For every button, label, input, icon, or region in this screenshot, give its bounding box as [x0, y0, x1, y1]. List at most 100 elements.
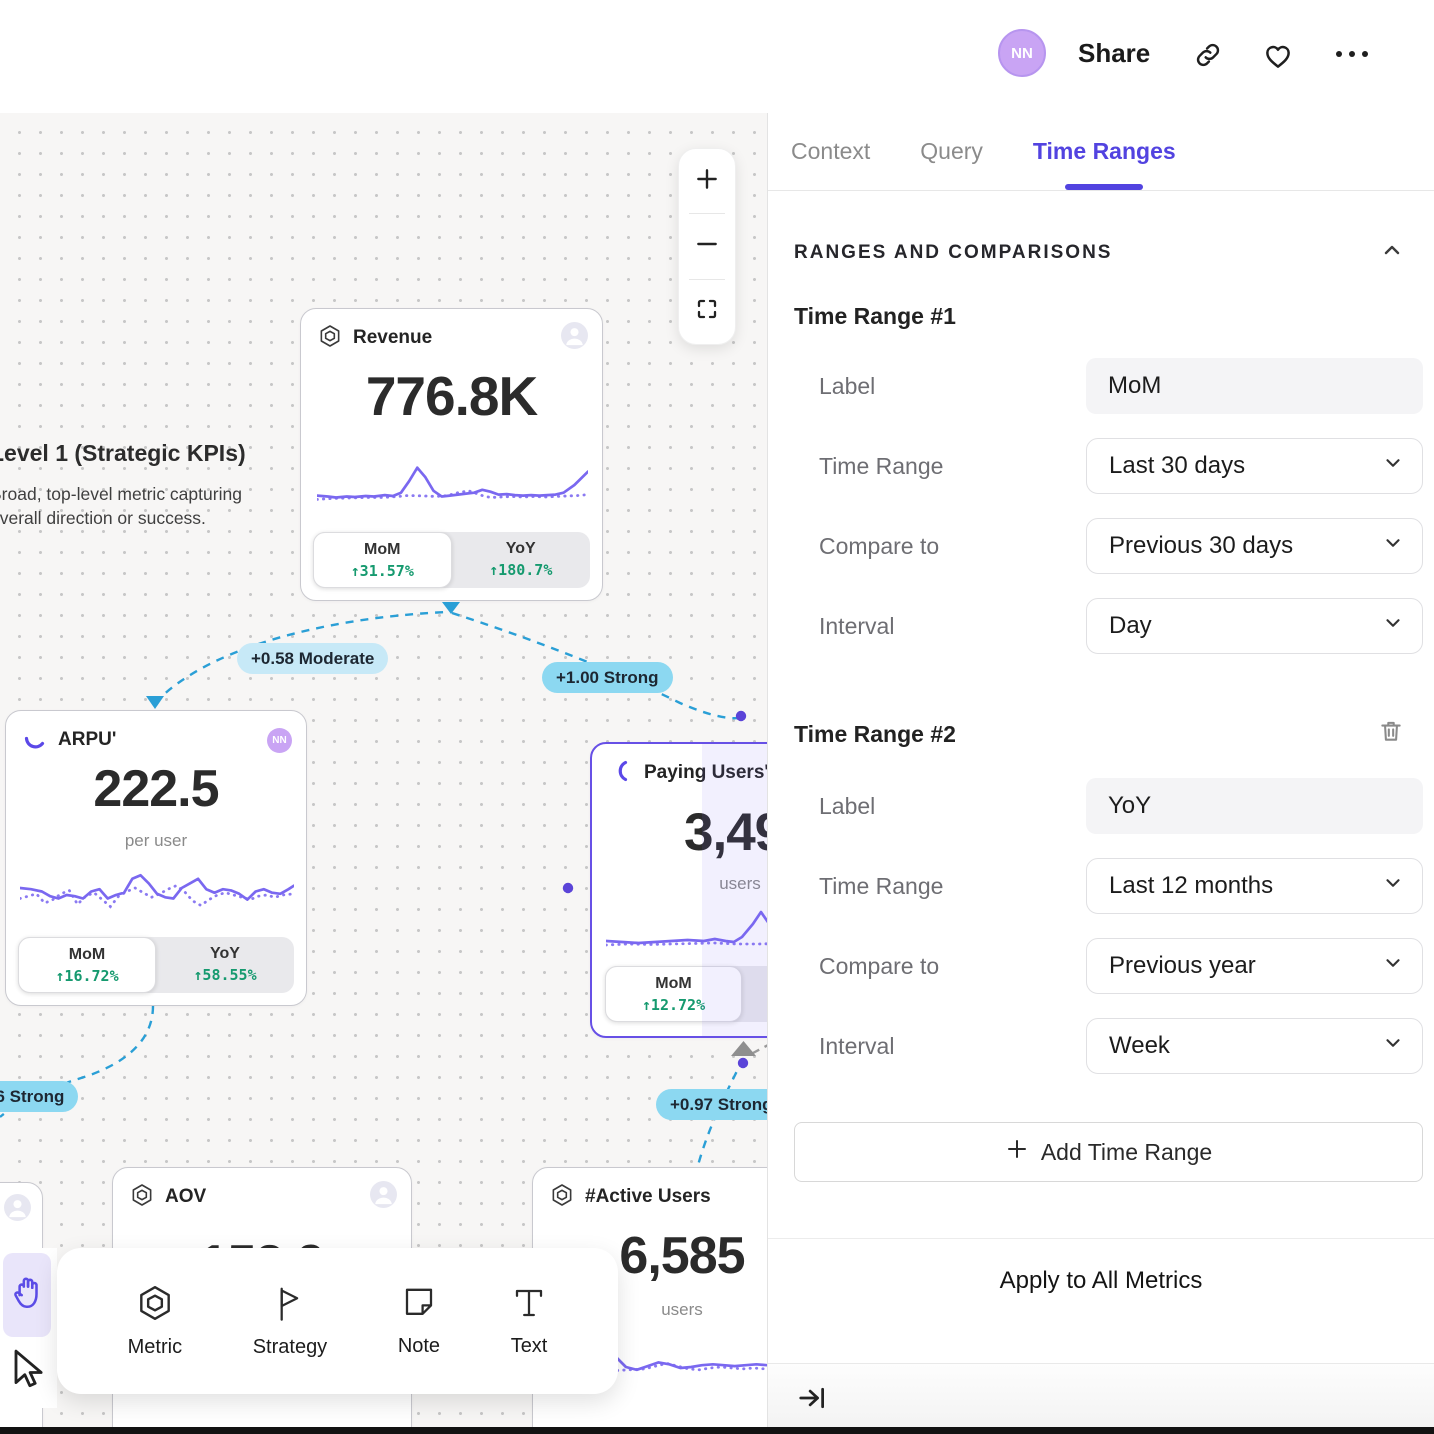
hexagon-metric-icon: [550, 1183, 574, 1212]
field-label: Label: [819, 373, 875, 400]
card-title: #Active Users: [585, 1186, 711, 1208]
chevron-down-icon: [1382, 872, 1404, 901]
time-range-2-fields: Label YoY Time Range Last 12 months Comp…: [768, 778, 1434, 1074]
zoom-out-button[interactable]: [679, 214, 735, 278]
correlation-badge[interactable]: +0.58 Moderate: [237, 643, 388, 674]
time-range-select[interactable]: Last 12 months: [1086, 858, 1423, 914]
field-label: Interval: [819, 1033, 894, 1060]
chevron-down-icon: [1382, 1032, 1404, 1061]
metric-tree-canvas[interactable]: Level 1 (Strategic KPIs) Broad, top-leve…: [0, 113, 767, 1434]
owner-avatar-placeholder[interactable]: [370, 1181, 397, 1213]
compare-to-select[interactable]: Previous year: [1086, 938, 1423, 994]
hexagon-metric-icon: [318, 324, 342, 353]
panel-tabs: Context Query Time Ranges: [768, 113, 1434, 191]
note-tool-button[interactable]: Note: [398, 1285, 440, 1358]
text-tool-button[interactable]: Text: [511, 1285, 548, 1358]
segment-value: ↑31.57%: [351, 562, 414, 580]
field-label: Compare to: [819, 533, 939, 560]
correlation-badge[interactable]: +0.97 Strong: [656, 1089, 767, 1120]
card-title: AOV: [165, 1186, 206, 1208]
cursor-icon: [8, 1379, 46, 1396]
select-value: Week: [1109, 1032, 1170, 1060]
label-input[interactable]: YoY: [1086, 778, 1423, 834]
flag-icon: [271, 1284, 309, 1327]
tool-label: Metric: [128, 1336, 182, 1359]
segment-value: ↑12.72%: [642, 996, 705, 1014]
interval-select[interactable]: Week: [1086, 1018, 1423, 1074]
arc-metric-icon: [23, 726, 47, 755]
field-label: Time Range: [819, 453, 943, 480]
label-input[interactable]: MoM: [1086, 358, 1423, 414]
compare-to-select[interactable]: Previous 30 days: [1086, 518, 1423, 574]
delete-time-range-button[interactable]: [1378, 718, 1404, 750]
tab-time-ranges[interactable]: Time Ranges: [1033, 113, 1176, 190]
select-value: Previous year: [1109, 952, 1256, 980]
segment-value: ↑180.7%: [489, 561, 552, 579]
tab-context[interactable]: Context: [791, 113, 870, 190]
chevron-up-icon[interactable]: [1380, 238, 1404, 267]
field-label: Compare to: [819, 953, 939, 980]
owner-avatar-placeholder[interactable]: [561, 322, 588, 354]
arrow-to-bar-icon: [797, 1400, 827, 1417]
owner-avatar-placeholder[interactable]: [4, 1194, 31, 1226]
sparkline-chart: [317, 461, 588, 509]
card-title: ARPU': [58, 729, 116, 751]
hand-icon: [10, 1274, 44, 1317]
tool-label: Strategy: [253, 1336, 327, 1359]
metric-card-paying-users[interactable]: Paying Users' 3,49 users MoM ↑12.72%: [590, 742, 767, 1038]
metric-card-revenue[interactable]: Revenue 776.8K MoM ↑31.57% YoY ↑180.7%: [300, 308, 603, 601]
collapse-panel-button[interactable]: [797, 1383, 827, 1418]
mom-segment[interactable]: MoM ↑16.72%: [18, 937, 156, 993]
select-value: Day: [1109, 612, 1152, 640]
hand-tool-button[interactable]: [3, 1253, 51, 1337]
field-label: Interval: [819, 613, 894, 640]
select-tool-button[interactable]: [8, 1348, 46, 1397]
chevron-down-icon: [1382, 452, 1404, 481]
user-avatar[interactable]: NN: [998, 29, 1046, 77]
input-value: MoM: [1108, 372, 1161, 400]
minus-icon: [694, 231, 720, 262]
time-range-1-fields: Label MoM Time Range Last 30 days Compar…: [768, 358, 1434, 654]
favorite-button[interactable]: [1263, 41, 1293, 71]
link-icon: [1194, 41, 1222, 69]
time-range-1-title: Time Range #1: [794, 303, 1404, 330]
correlation-badge[interactable]: 66 Strong: [0, 1081, 78, 1112]
metric-card-arpu[interactable]: ARPU' NN 222.5 per user MoM ↑16.72% YoY …: [5, 710, 307, 1006]
time-range-select[interactable]: Last 30 days: [1086, 438, 1423, 494]
yoy-segment[interactable]: YoY ↑58.55%: [156, 937, 294, 993]
metric-tree-app: NN Share: [0, 0, 1434, 1434]
copy-link-button[interactable]: [1194, 41, 1222, 69]
hexagon-metric-icon: [130, 1183, 154, 1212]
more-menu-button[interactable]: [1334, 49, 1370, 59]
interval-select[interactable]: Day: [1086, 598, 1423, 654]
metric-tool-button[interactable]: Metric: [128, 1284, 182, 1359]
panel-footer: [768, 1363, 1434, 1434]
add-time-range-button[interactable]: Add Time Range: [794, 1122, 1423, 1182]
add-time-range-label: Add Time Range: [1041, 1139, 1212, 1166]
select-value: Previous 30 days: [1109, 532, 1293, 560]
zoom-in-button[interactable]: [679, 149, 735, 213]
comparison-toggle: MoM ↑16.72% YoY ↑58.55%: [18, 937, 294, 993]
tool-label: Note: [398, 1335, 440, 1358]
segment-label: YoY: [210, 945, 240, 963]
ellipsis-icon: [1334, 49, 1370, 59]
section-header[interactable]: RANGES AND COMPARISONS: [794, 238, 1404, 267]
card-title: Revenue: [353, 327, 432, 349]
share-button[interactable]: Share: [1078, 38, 1150, 69]
tab-query[interactable]: Query: [920, 113, 983, 190]
select-value: Last 12 months: [1109, 872, 1273, 900]
zoom-controls: [678, 148, 736, 345]
strategy-tool-button[interactable]: Strategy: [253, 1284, 327, 1359]
mom-segment[interactable]: MoM ↑31.57%: [313, 532, 452, 588]
level1-note: Level 1 (Strategic KPIs) Broad, top-leve…: [0, 440, 260, 530]
canvas-toolbar: Metric Strategy Note: [57, 1248, 618, 1394]
selection-tint: [702, 744, 767, 1036]
segment-value: ↑58.55%: [193, 966, 256, 984]
apply-all-metrics-button[interactable]: Apply to All Metrics: [768, 1239, 1434, 1321]
section-title: RANGES AND COMPARISONS: [794, 242, 1112, 264]
settings-panel: Context Query Time Ranges RANGES AND COM…: [767, 113, 1434, 1434]
correlation-badge[interactable]: +1.00 Strong: [542, 662, 673, 693]
chevron-down-icon: [1382, 612, 1404, 641]
fit-view-button[interactable]: [679, 280, 735, 344]
yoy-segment[interactable]: YoY ↑180.7%: [452, 532, 591, 588]
